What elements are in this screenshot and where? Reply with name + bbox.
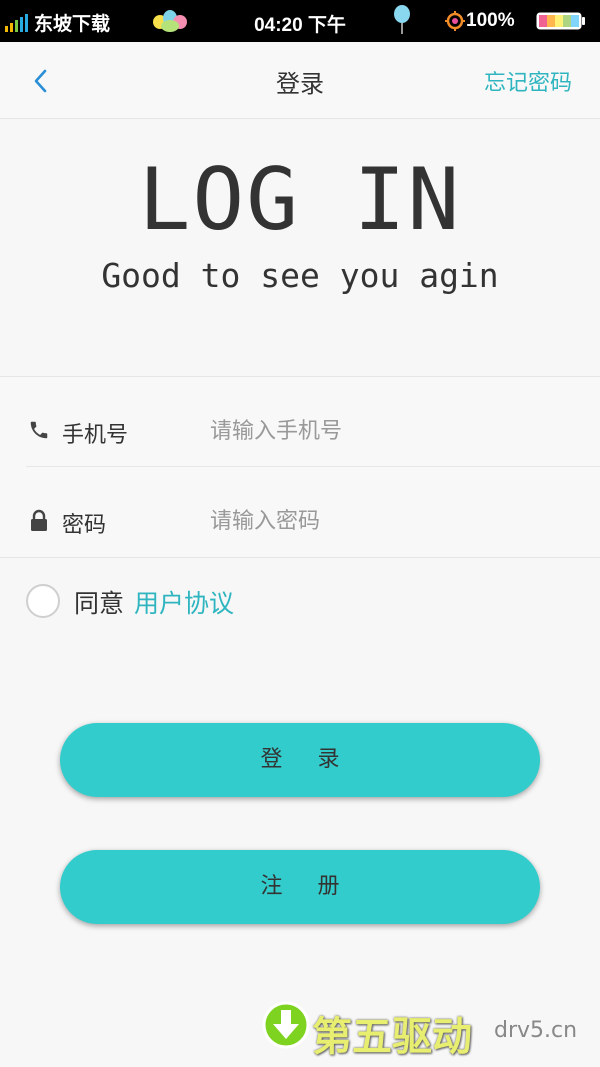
agreement-text: 同意 bbox=[74, 589, 125, 618]
status-bar: 东坡下载 04:20 下午 100% bbox=[0, 0, 600, 42]
password-row: 密码 bbox=[0, 467, 600, 556]
download-arrow-icon bbox=[262, 1001, 310, 1049]
hero-title: LOG IN bbox=[138, 150, 462, 250]
watermark-domain: drv5.cn bbox=[494, 1018, 578, 1043]
phone-input[interactable] bbox=[210, 413, 570, 449]
hero-subtitle: Good to see you agin bbox=[101, 256, 499, 295]
lock-icon bbox=[31, 509, 47, 531]
login-button[interactable]: 登 录 bbox=[60, 723, 540, 797]
watermark-text: 第五驱动 bbox=[312, 1014, 472, 1060]
phone-label: 手机号 bbox=[62, 423, 129, 448]
phone-row: 手机号 bbox=[0, 377, 600, 467]
battery-icon bbox=[536, 12, 585, 30]
phone-icon bbox=[30, 421, 48, 439]
password-input[interactable] bbox=[210, 503, 570, 539]
password-label: 密码 bbox=[62, 513, 107, 538]
login-form: 手机号 密码 bbox=[0, 376, 600, 558]
forgot-password-link[interactable]: 忘记密码 bbox=[484, 65, 572, 97]
gps-icon bbox=[445, 11, 465, 31]
agreement-checkbox[interactable] bbox=[26, 584, 60, 618]
watermark: 第五驱动 drv5.cn bbox=[262, 1000, 592, 1060]
user-agreement-link[interactable]: 用户协议 bbox=[134, 584, 234, 620]
battery-percent: 100% bbox=[466, 10, 515, 31]
balloon-icon bbox=[394, 5, 410, 34]
register-button[interactable]: 注 册 bbox=[60, 850, 540, 924]
header-bar: 登录 忘记密码 bbox=[0, 42, 600, 119]
